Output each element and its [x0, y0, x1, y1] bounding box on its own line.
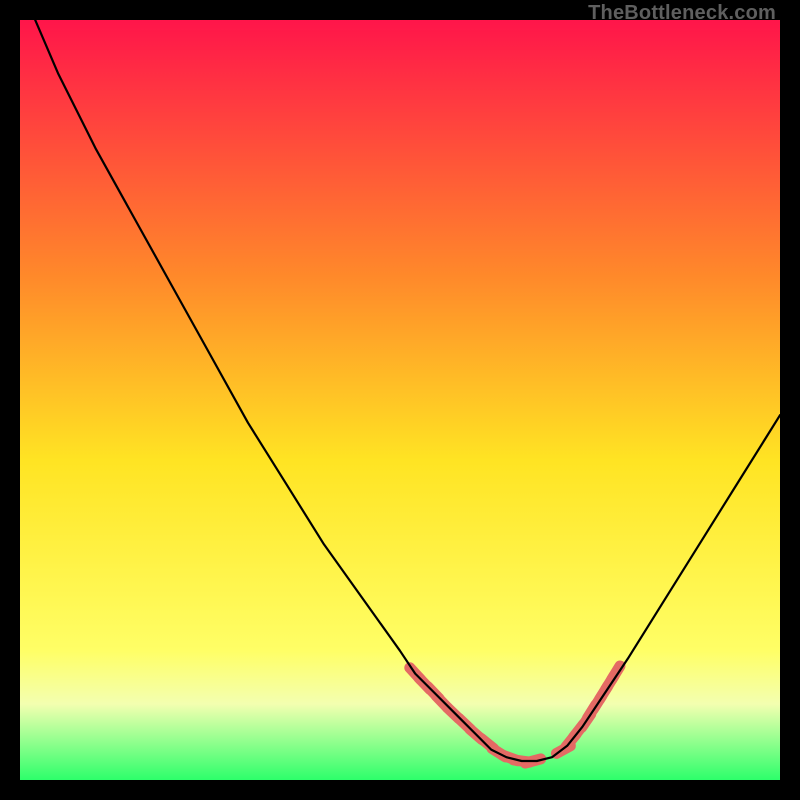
chart-frame: [20, 20, 780, 780]
watermark-text: TheBottleneck.com: [588, 2, 776, 25]
bottleneck-curve: [35, 20, 780, 761]
marker-group: [410, 666, 620, 763]
chart-plot: [20, 20, 780, 780]
